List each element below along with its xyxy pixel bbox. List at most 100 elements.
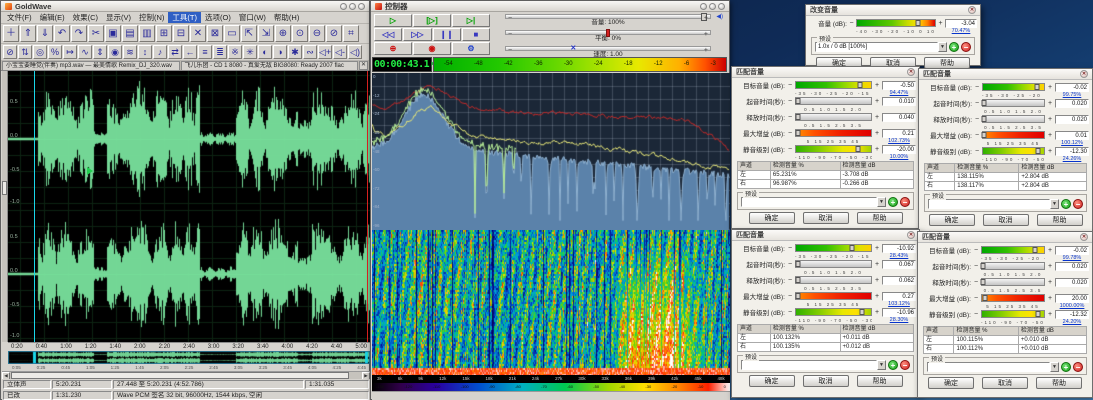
- help-button[interactable]: 帮助: [857, 212, 903, 224]
- slider-thumb[interactable]: [795, 114, 800, 120]
- menu-item[interactable]: 控制(N): [135, 12, 168, 23]
- settings-button[interactable]: ⚙: [452, 42, 490, 55]
- slider-percent-link[interactable]: 103.12%: [882, 301, 916, 307]
- slider-decrement[interactable]: −: [786, 293, 794, 300]
- zoom-1to1-icon[interactable]: ⊙: [292, 25, 308, 42]
- chevron-down-icon[interactable]: ▼: [877, 360, 886, 370]
- trim-icon[interactable]: ▭: [224, 25, 240, 42]
- slider-value[interactable]: -0.50: [882, 81, 916, 90]
- equalizer-icon[interactable]: ≣: [213, 45, 227, 59]
- resample-icon[interactable]: ∾: [303, 45, 317, 59]
- end-marker[interactable]: [367, 71, 368, 342]
- close-icon[interactable]: ✕: [1080, 70, 1088, 78]
- slider-track[interactable]: [982, 147, 1045, 155]
- cancel-button[interactable]: 取消: [982, 377, 1028, 389]
- time-warp-icon[interactable]: ≋: [123, 45, 137, 59]
- slider-value[interactable]: -0.02: [1055, 83, 1089, 92]
- slider-percent-link[interactable]: 28.43%: [882, 253, 916, 259]
- volume-up-icon[interactable]: ◁+: [318, 45, 332, 59]
- cancel-button[interactable]: 取消: [803, 212, 849, 224]
- dialog-titlebar[interactable]: 匹配音量 ✕: [732, 67, 919, 78]
- slider-thumb[interactable]: [860, 309, 865, 315]
- slider-increment[interactable]: +: [873, 245, 881, 252]
- record-button[interactable]: ⊕: [374, 42, 412, 55]
- expression-icon[interactable]: %: [48, 45, 62, 59]
- slider-increment[interactable]: +: [873, 82, 881, 89]
- slider-increment[interactable]: +: [1046, 148, 1054, 155]
- dialog-titlebar[interactable]: 改变音量 ✕: [806, 5, 980, 16]
- play-fast-button[interactable]: ▷|: [452, 14, 490, 27]
- slider-percent-link[interactable]: 24.20%: [1055, 319, 1089, 325]
- help-button[interactable]: 帮助: [1036, 377, 1082, 389]
- slider-track[interactable]: [982, 99, 1045, 107]
- slider-track[interactable]: [981, 310, 1045, 318]
- slider-percent-link[interactable]: 28.30%: [882, 317, 916, 323]
- slider-thumb[interactable]: ✕: [569, 45, 577, 53]
- reverse-icon[interactable]: ⇄: [168, 45, 182, 59]
- slider-track[interactable]: [795, 81, 872, 89]
- ok-button[interactable]: 确定: [928, 377, 974, 389]
- slider-value[interactable]: -12.32: [1055, 310, 1089, 319]
- ok-button[interactable]: 确定: [749, 212, 795, 224]
- spectrogram-display[interactable]: [372, 230, 730, 375]
- pause-button[interactable]: ❙❙: [433, 28, 461, 41]
- slider-percent-link[interactable]: 10.00%: [882, 154, 916, 160]
- undo-icon[interactable]: ↶: [54, 25, 70, 42]
- document-tab-2[interactable]: 飞儿乐团 - CD 1 8080 - 真爱无敌 BIG8080: Ready 2…: [181, 61, 359, 70]
- slider-value[interactable]: -10.92: [882, 244, 916, 253]
- slider-value[interactable]: 20.00: [1055, 294, 1089, 303]
- chevron-down-icon[interactable]: ▼: [1050, 362, 1059, 372]
- slider-value[interactable]: 0.01: [1055, 131, 1089, 140]
- copy-icon[interactable]: ▣: [105, 25, 121, 42]
- fast-forward-button[interactable]: ▷▷: [403, 28, 431, 41]
- slider-thumb[interactable]: [1035, 148, 1040, 154]
- cancel-button[interactable]: 取消: [983, 214, 1029, 226]
- pop-removal-icon[interactable]: ✳: [243, 45, 257, 59]
- main-titlebar[interactable]: GoldWave: [1, 1, 369, 12]
- slider-decrement[interactable]: −: [972, 295, 980, 302]
- flanger-icon[interactable]: ⇕: [93, 45, 107, 59]
- table-row[interactable]: 右 100.135% +0.012 dB: [738, 343, 914, 352]
- slider-thumb[interactable]: [981, 279, 986, 285]
- mechanize-icon[interactable]: ✱: [288, 45, 302, 59]
- slider-decrement[interactable]: −: [786, 277, 794, 284]
- offset-icon[interactable]: ↦: [63, 45, 77, 59]
- slider-track[interactable]: [795, 113, 872, 121]
- volume-down-icon[interactable]: ◁-: [333, 45, 347, 59]
- playhead-icon[interactable]: [87, 167, 93, 175]
- preset-combo[interactable]: ▼: [927, 362, 1059, 372]
- help-button[interactable]: 帮助: [857, 375, 903, 387]
- slider-decrement[interactable]: −: [508, 15, 512, 22]
- slider-track[interactable]: [981, 246, 1045, 254]
- slider-value[interactable]: -20.00: [882, 145, 916, 154]
- slider-thumb[interactable]: [795, 293, 800, 299]
- slider-track[interactable]: − +: [505, 14, 711, 19]
- dynamics-icon[interactable]: ◉: [108, 45, 122, 59]
- cut-icon[interactable]: ✂: [88, 25, 104, 42]
- zoom-in-icon[interactable]: ⊕: [275, 25, 291, 42]
- slider-decrement[interactable]: −: [786, 261, 794, 268]
- crop-icon[interactable]: ⊠: [207, 25, 223, 42]
- slider-increment[interactable]: +: [704, 31, 708, 38]
- slider-percent-link[interactable]: 94.47%: [882, 90, 916, 96]
- pan-icon[interactable]: ◑: [273, 45, 287, 59]
- control-titlebar[interactable]: 控制器: [371, 1, 729, 12]
- pitch-icon[interactable]: ♪: [153, 45, 167, 59]
- selection-marker[interactable]: [34, 71, 35, 342]
- dialog-titlebar[interactable]: 匹配音量 ✕: [732, 230, 919, 241]
- slider-increment[interactable]: +: [1046, 279, 1054, 286]
- slider-value[interactable]: 0.21: [882, 129, 916, 138]
- slider-track[interactable]: [795, 260, 872, 268]
- slider-value[interactable]: 0.020: [1055, 99, 1089, 108]
- slider-decrement[interactable]: −: [786, 98, 794, 105]
- dialog-titlebar[interactable]: 匹配音量 ✕: [918, 232, 1092, 243]
- slider-increment[interactable]: +: [704, 15, 708, 22]
- slider-increment[interactable]: +: [1046, 100, 1054, 107]
- slider-thumb[interactable]: [796, 277, 801, 283]
- mix-icon[interactable]: ⊞: [156, 25, 172, 42]
- table-row[interactable]: 左 100.132% +0.011 dB: [738, 334, 914, 343]
- preset-remove-icon[interactable]: −: [900, 197, 910, 207]
- dialog-titlebar[interactable]: 匹配音量 ✕: [919, 69, 1092, 80]
- menu-item[interactable]: 文件(F): [3, 12, 36, 23]
- slider-percent-link[interactable]: 70.47%: [945, 28, 977, 34]
